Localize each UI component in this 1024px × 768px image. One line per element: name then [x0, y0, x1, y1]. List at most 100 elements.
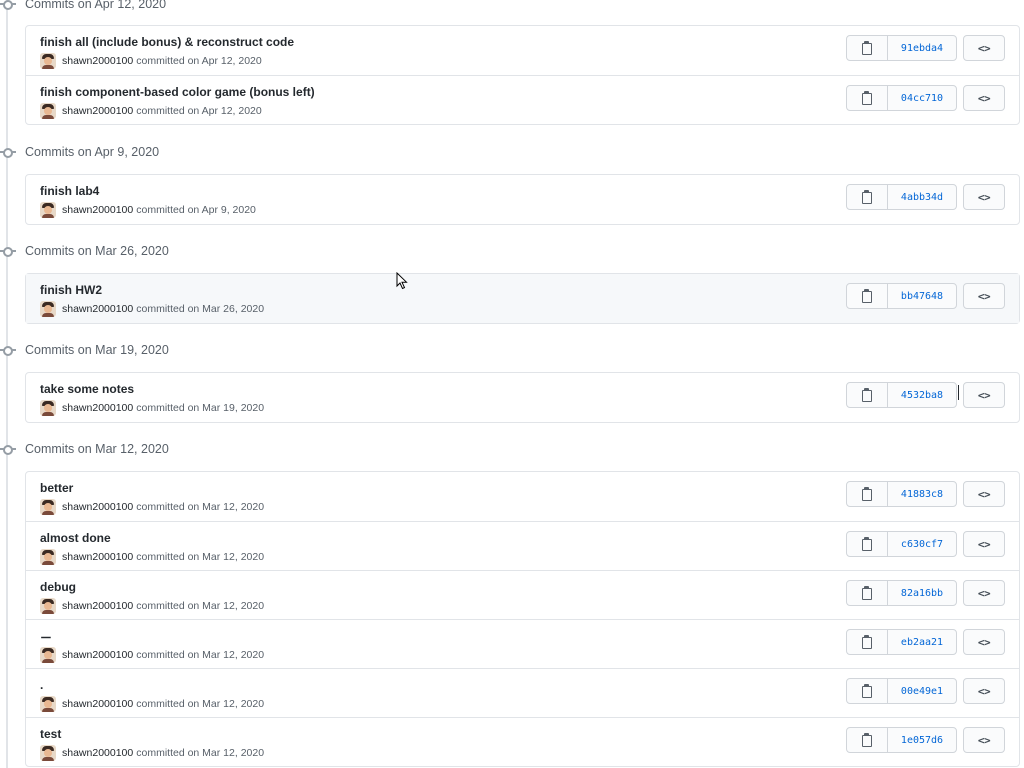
- commit-sha-link[interactable]: c630cf7: [888, 532, 956, 556]
- commit-title-link[interactable]: almost done: [40, 531, 111, 545]
- git-commit-icon: [0, 142, 16, 162]
- code-icon: <>: [977, 289, 991, 303]
- commit-meta: shawn2000100 committed on Mar 12, 2020: [40, 646, 264, 664]
- commit-sha-link[interactable]: 04cc710: [888, 86, 956, 110]
- sha-button-group: 1e057d6: [846, 727, 957, 753]
- commit-row: finish component-based color game (bonus…: [26, 75, 1019, 124]
- code-icon: <>: [977, 537, 991, 551]
- commit-sha-link[interactable]: eb2aa21: [888, 630, 956, 654]
- commit-title-link[interactable]: finish lab4: [40, 184, 99, 198]
- copy-sha-button[interactable]: [847, 728, 888, 752]
- commit-date-text: committed on Mar 12, 2020: [136, 551, 265, 563]
- copy-sha-button[interactable]: [847, 185, 888, 209]
- clipboard-icon: [861, 684, 873, 698]
- group-date-label: Commits on Mar 26, 2020: [25, 244, 169, 258]
- commit-row: finish lab4 shawn2000100 committed on Ap…: [26, 175, 1019, 224]
- commit-title-link[interactable]: ㄧ: [40, 629, 52, 646]
- commit-title-link[interactable]: debug: [40, 580, 76, 594]
- commit-date-text: committed on Apr 12, 2020: [136, 105, 262, 117]
- author-link[interactable]: shawn2000100: [62, 698, 133, 710]
- clipboard-icon: [861, 388, 873, 402]
- code-icon: <>: [977, 684, 991, 698]
- avatar[interactable]: [40, 53, 56, 69]
- author-link[interactable]: shawn2000100: [62, 105, 133, 117]
- avatar[interactable]: [40, 598, 56, 614]
- avatar[interactable]: [40, 696, 56, 712]
- commit-sha-link[interactable]: 41883c8: [888, 482, 956, 506]
- browse-repo-button[interactable]: <>: [963, 629, 1005, 655]
- code-icon: <>: [977, 91, 991, 105]
- author-link[interactable]: shawn2000100: [62, 649, 133, 661]
- commit-list: better shawn2000100 committed on Mar 12,…: [25, 471, 1020, 767]
- browse-repo-button[interactable]: <>: [963, 283, 1005, 309]
- commit-sha-link[interactable]: 82a16bb: [888, 581, 956, 605]
- avatar[interactable]: [40, 103, 56, 119]
- commit-sha-link[interactable]: bb47648: [888, 284, 956, 308]
- sha-button-group: 00e49e1: [846, 678, 957, 704]
- commit-sha-link[interactable]: 00e49e1: [888, 679, 956, 703]
- commit-meta: shawn2000100 committed on Apr 12, 2020: [40, 52, 262, 70]
- commit-group-heading: Commits on Apr 9, 2020: [0, 142, 159, 162]
- copy-sha-button[interactable]: [847, 383, 888, 407]
- author-link[interactable]: shawn2000100: [62, 303, 133, 315]
- author-link[interactable]: shawn2000100: [62, 600, 133, 612]
- commit-title-link[interactable]: take some notes: [40, 382, 134, 396]
- commit-title-link[interactable]: finish all (include bonus) & reconstruct…: [40, 35, 294, 49]
- copy-sha-button[interactable]: [847, 581, 888, 605]
- commit-sha-link[interactable]: 1e057d6: [888, 728, 956, 752]
- commit-meta: shawn2000100 committed on Mar 12, 2020: [40, 744, 264, 762]
- commit-date-text: committed on Apr 12, 2020: [136, 55, 262, 67]
- browse-repo-button[interactable]: <>: [963, 531, 1005, 557]
- author-link[interactable]: shawn2000100: [62, 551, 133, 563]
- avatar[interactable]: [40, 745, 56, 761]
- avatar[interactable]: [40, 301, 56, 317]
- git-commit-icon: [0, 0, 16, 14]
- commit-title-link[interactable]: better: [40, 481, 73, 495]
- avatar[interactable]: [40, 499, 56, 515]
- clipboard-icon: [861, 586, 873, 600]
- author-link[interactable]: shawn2000100: [62, 204, 133, 216]
- browse-repo-button[interactable]: <>: [963, 678, 1005, 704]
- commit-meta: shawn2000100 committed on Apr 9, 2020: [40, 201, 256, 219]
- browse-repo-button[interactable]: <>: [963, 580, 1005, 606]
- browse-repo-button[interactable]: <>: [963, 35, 1005, 61]
- commit-row: finish all (include bonus) & reconstruct…: [26, 26, 1019, 75]
- copy-sha-button[interactable]: [847, 630, 888, 654]
- commit-date-text: committed on Mar 26, 2020: [136, 303, 265, 315]
- author-link[interactable]: shawn2000100: [62, 55, 133, 67]
- commit-group-heading: Commits on Mar 12, 2020: [0, 439, 169, 459]
- commit-title-link[interactable]: finish component-based color game (bonus…: [40, 85, 315, 99]
- code-icon: <>: [977, 190, 991, 204]
- author-link[interactable]: shawn2000100: [62, 747, 133, 759]
- avatar[interactable]: [40, 400, 56, 416]
- git-commit-icon: [0, 340, 16, 360]
- commit-row: ㄧ shawn2000100 committed on Mar 12, 2020…: [26, 619, 1019, 668]
- commit-date-text: committed on Mar 12, 2020: [136, 747, 265, 759]
- commit-meta: shawn2000100 committed on Mar 12, 2020: [40, 498, 264, 516]
- author-link[interactable]: shawn2000100: [62, 402, 133, 414]
- copy-sha-button[interactable]: [847, 284, 888, 308]
- sha-button-group: 04cc710: [846, 85, 957, 111]
- browse-repo-button[interactable]: <>: [963, 382, 1005, 408]
- copy-sha-button[interactable]: [847, 532, 888, 556]
- commit-sha-link[interactable]: 91ebda4: [888, 36, 956, 60]
- browse-repo-button[interactable]: <>: [963, 727, 1005, 753]
- text-cursor-caret: [958, 385, 959, 400]
- commit-sha-link[interactable]: 4532ba8: [888, 383, 956, 407]
- browse-repo-button[interactable]: <>: [963, 184, 1005, 210]
- copy-sha-button[interactable]: [847, 679, 888, 703]
- copy-sha-button[interactable]: [847, 86, 888, 110]
- commit-title-link[interactable]: finish HW2: [40, 283, 102, 297]
- commit-sha-link[interactable]: 4abb34d: [888, 185, 956, 209]
- avatar[interactable]: [40, 549, 56, 565]
- clipboard-icon: [861, 289, 873, 303]
- browse-repo-button[interactable]: <>: [963, 85, 1005, 111]
- copy-sha-button[interactable]: [847, 482, 888, 506]
- copy-sha-button[interactable]: [847, 36, 888, 60]
- commit-title-link[interactable]: test: [40, 727, 61, 741]
- commit-title-link[interactable]: .: [40, 678, 43, 692]
- browse-repo-button[interactable]: <>: [963, 481, 1005, 507]
- avatar[interactable]: [40, 202, 56, 218]
- avatar[interactable]: [40, 647, 56, 663]
- author-link[interactable]: shawn2000100: [62, 501, 133, 513]
